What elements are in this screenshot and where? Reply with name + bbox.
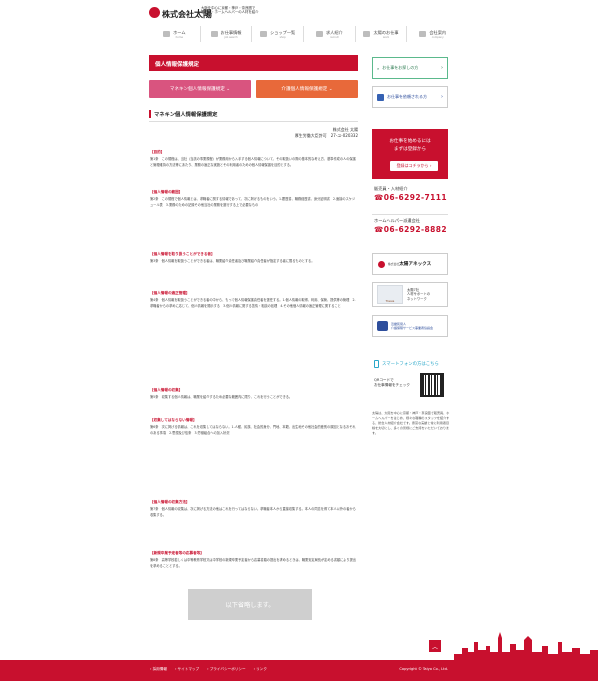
tresia-banner[interactable]: Tresia 太陽7社 人材サポートの ネットワーク bbox=[372, 282, 448, 307]
article-body: 第7条 個人情報の収集は、次に掲げる方法の他はこれを行ってはならない。求職者本人… bbox=[150, 507, 356, 517]
article-body: 第1条 この規程は、当社（当該の事業規程）が業務用から入手する個人情報について、… bbox=[150, 157, 356, 167]
association-text: 近畿民間人 介護保険サービス事業者協議会 bbox=[391, 322, 433, 330]
people-icon bbox=[315, 31, 323, 37]
annex-banner[interactable]: 株式会社太陽アネックス bbox=[372, 253, 448, 275]
chevron-right-icon: › bbox=[441, 65, 443, 71]
footer-link-sitemap[interactable]: › サイトマップ bbox=[175, 667, 199, 672]
footer-links: › 採用情報 › サイトマップ › プライバシーポリシー › リンク bbox=[150, 667, 267, 672]
nav-sublabel: recruit bbox=[330, 35, 339, 39]
article-body: 第6条 次に掲げる情報は、これを収集してはならない。1.人種、民族、社会的身分、… bbox=[150, 425, 356, 435]
register-box bbox=[372, 129, 448, 179]
tel1-number[interactable]: ☎06-6292-7111 bbox=[374, 193, 447, 202]
company-logo-icon[interactable] bbox=[149, 7, 160, 18]
nav-item-company[interactable]: 会社案内 company bbox=[406, 26, 458, 42]
tresia-text: 太陽7社 人材サポートの ネットワーク bbox=[407, 288, 430, 302]
nav-item-work[interactable]: 太陽のお仕事 work bbox=[354, 26, 407, 42]
job-request-label: お仕事を依頼される方 bbox=[377, 93, 427, 101]
register-line2: まずは登録から bbox=[393, 147, 427, 152]
search-icon: ⌕ bbox=[377, 65, 380, 71]
article-heading: 【新規卒業予定者等の応募者等】 bbox=[150, 551, 204, 555]
city-skyline-icon bbox=[454, 632, 598, 660]
tagline-line: 販売員・ホームヘルパーの人材を紹介 bbox=[201, 10, 259, 15]
mannequin-policy-button[interactable]: マネキン個人情報保護規定 ⌄ bbox=[149, 80, 251, 98]
copyright: Copyright © Taiyo Co., Ltd. bbox=[399, 667, 448, 671]
article-heading: 【個人情報の収集方法】 bbox=[150, 500, 190, 504]
annex-logo-icon bbox=[378, 260, 385, 268]
search-job-button[interactable]: ⌕ お仕事をお探しの方 › bbox=[372, 57, 448, 79]
association-line: 介護保険サービス事業者協議会 bbox=[391, 326, 434, 330]
issuer-permit: 厚生労働大臣許可 27-ユ-020332 bbox=[294, 133, 358, 138]
article-heading: 【個人情報の範囲】 bbox=[150, 190, 183, 194]
label-text: お仕事を依頼される方 bbox=[387, 94, 427, 99]
article-body: 第8条 高等学校若しくは中等教育学校又は中学校の新規卒業予定者から応募書類の提出… bbox=[150, 558, 356, 568]
qr-caption-line: お仕事情報をチェック bbox=[374, 383, 410, 387]
tel2-label: ホームヘルパー派遣会社 bbox=[374, 218, 420, 223]
smartphone-link[interactable]: スマートフォンの方はこちら bbox=[374, 360, 439, 368]
footer-bar bbox=[0, 660, 598, 681]
nav-item-home[interactable]: ホーム home bbox=[149, 26, 200, 42]
tresia-line: ネットワーク bbox=[407, 296, 427, 301]
article-heading: 【個人情報の適正管理】 bbox=[150, 291, 190, 295]
building-icon bbox=[419, 31, 427, 37]
qr-code-icon bbox=[420, 373, 444, 397]
section-title: マネキン個人情報保護規定 bbox=[149, 110, 217, 118]
nav-item-jobs[interactable]: お仕事情報 job search bbox=[199, 26, 252, 42]
nav-sublabel: shop bbox=[279, 35, 286, 39]
nav-item-recruit[interactable]: 求人紹介 recruit bbox=[303, 26, 355, 42]
company-description: 太陽は、大阪を中心に京都・神戸・奈良圏で販売員、ホームヘルパーをはじめ、様々な職… bbox=[372, 411, 450, 435]
divider bbox=[372, 214, 448, 215]
page-top-button[interactable]: ︿ bbox=[429, 640, 441, 652]
briefcase-icon bbox=[363, 31, 371, 37]
article-heading: 【個人情報の収集】 bbox=[150, 388, 183, 392]
label-text: お仕事をお探しの方 bbox=[382, 65, 419, 70]
association-banner[interactable]: 近畿民間人 介護保険サービス事業者協議会 bbox=[372, 315, 448, 337]
divider bbox=[149, 121, 358, 122]
job-request-button[interactable]: お仕事を依頼される方 › bbox=[372, 86, 448, 108]
footer-link-links[interactable]: › リンク bbox=[254, 667, 267, 672]
qr-caption: QRコードで お仕事情報をチェック bbox=[374, 378, 410, 388]
annex-name: 太陽アネックス bbox=[399, 262, 432, 267]
footer-link-recruit[interactable]: › 採用情報 bbox=[150, 667, 167, 672]
chevron-right-icon: › bbox=[441, 94, 443, 100]
document-icon bbox=[210, 31, 218, 37]
nav-item-shops[interactable]: ショップ一覧 shop bbox=[251, 26, 303, 42]
nav-sublabel: home bbox=[175, 35, 183, 39]
annex-label: 株式会社太陽アネックス bbox=[388, 261, 431, 267]
smartphone-label: スマートフォンの方はこちら bbox=[382, 362, 439, 367]
article-heading: 【目的】 bbox=[150, 150, 165, 154]
nav-sublabel: company bbox=[431, 35, 444, 39]
more-omitted-label: 以下省略します。 bbox=[188, 589, 312, 620]
shop-icon bbox=[260, 31, 268, 37]
page-title-banner: 個人情報保護規定 bbox=[149, 55, 358, 71]
home-icon bbox=[163, 31, 171, 37]
register-line1: お仕事を始めるには bbox=[389, 139, 431, 144]
article-heading: 【個人情報を取り扱うことができる者】 bbox=[150, 252, 215, 256]
footer-link-privacy[interactable]: › プライバシーポリシー bbox=[207, 667, 245, 672]
nav-sublabel: work bbox=[382, 35, 390, 39]
association-logo-icon bbox=[377, 321, 388, 331]
chevron-up-icon: ︿ bbox=[431, 643, 438, 651]
header-tagline: 大阪を中心に京都・神戸・奈良圏で 販売員・ホームヘルパーの人材を紹介 bbox=[201, 6, 259, 15]
tel1-label: 販売員・入材紹介 bbox=[374, 186, 408, 191]
care-policy-button[interactable]: 介護個人情報保護規定 ⌄ bbox=[256, 80, 358, 98]
article-heading: 【収集してはならない情報】 bbox=[150, 418, 197, 422]
tel2-number[interactable]: ☎06-6292-8882 bbox=[374, 225, 447, 234]
nav-sublabel: job search bbox=[224, 35, 238, 39]
register-button[interactable]: 登録はコチラから › bbox=[390, 161, 438, 171]
article-body: 第2条 この規程で個人情報とは、求職者に関する情報であって、次に掲げるものをいう… bbox=[150, 197, 356, 207]
search-job-label: ⌕ お仕事をお探しの方 bbox=[377, 65, 418, 71]
smartphone-icon bbox=[374, 360, 379, 368]
annex-small: 株式会社 bbox=[388, 262, 400, 266]
article-body: 第4条 個人情報を取扱うことができる者の中から、もって個人情報保護責任者を選任す… bbox=[150, 298, 356, 308]
article-body: 第5条 収集する個人情報は、職業を紹介するため必要な範囲内に限り、これを行うこと… bbox=[150, 395, 293, 399]
article-body: 第3条 個人情報を取扱うことができる者は、職業紹介責任者及び職業紹介責任者が指定… bbox=[150, 259, 315, 263]
request-icon bbox=[377, 93, 384, 101]
tresia-image: Tresia bbox=[377, 285, 403, 304]
global-nav: ホーム home お仕事情報 job search ショップ一覧 shop 求人紹介 r… bbox=[149, 26, 458, 42]
